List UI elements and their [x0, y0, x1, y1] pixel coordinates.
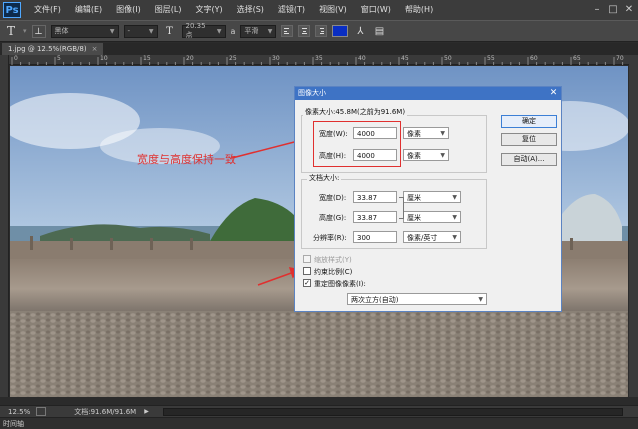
reset-button[interactable]: 复位 [501, 133, 557, 146]
resample-checkbox[interactable]: ✓ [303, 279, 311, 287]
chevron-down-icon: ▼ [440, 152, 445, 159]
resample-label: 重定图像像素(I): [314, 280, 366, 288]
pixel-size-label: 像素大小:45.8M(之前为91.6M) [303, 107, 408, 117]
doc-height-input[interactable]: 33.87 [353, 211, 397, 223]
timeline-label[interactable]: 时间轴 [3, 420, 24, 428]
doc-width-label: 宽度(D): [319, 194, 347, 202]
auto-button[interactable]: 自动(A)... [501, 153, 557, 166]
resolution-unit-select[interactable]: 像素/英寸 ▼ [403, 231, 461, 243]
doc-height-label: 高度(G): [319, 214, 347, 222]
scale-styles-label: 缩放样式(Y) [314, 256, 352, 264]
doc-height-unit-select[interactable]: 厘米 ▼ [403, 211, 461, 223]
status-menu-arrow-icon[interactable]: ▶ [144, 408, 149, 415]
constrain-proportions-checkbox[interactable] [303, 267, 311, 275]
doc-width-unit-select[interactable]: 厘米 ▼ [403, 191, 461, 203]
timeline-bar: 时间轴 [0, 417, 638, 429]
zoom-level[interactable]: 12.5% [8, 408, 30, 416]
link-bracket-icon [399, 197, 404, 219]
highlight-box [313, 121, 401, 167]
document-info[interactable]: 文档:91.6M/91.6M [74, 407, 136, 417]
scale-styles-checkbox[interactable] [303, 255, 311, 263]
chevron-down-icon: ▼ [440, 130, 445, 137]
dialog-title: 图像大小 [298, 89, 326, 97]
resample-method-select[interactable]: 两次立方(自动) ▼ [347, 293, 487, 305]
constrain-proportions-label: 约束比例(C) [314, 268, 353, 276]
status-bar: 12.5% 文档:91.6M/91.6M ▶ [0, 405, 638, 417]
resolution-label: 分辨率(R): [313, 234, 347, 242]
image-size-dialog: 图像大小 ✕ 像素大小:45.8M(之前为91.6M) 宽度(W): 4000 … [294, 86, 562, 312]
dialog-close-icon[interactable]: ✕ [548, 88, 559, 99]
ok-button[interactable]: 确定 [501, 115, 557, 128]
document-size-label: 文档大小: [307, 173, 342, 183]
pixel-width-unit-select[interactable]: 像素 ▼ [403, 127, 449, 139]
pixel-height-unit-select[interactable]: 像素 ▼ [403, 149, 449, 161]
chevron-down-icon: ▼ [452, 234, 457, 241]
chevron-down-icon: ▼ [452, 194, 457, 201]
doc-width-input[interactable]: 33.87 [353, 191, 397, 203]
chevron-down-icon: ▼ [478, 296, 483, 303]
dialog-titlebar[interactable]: 图像大小 ✕ [295, 87, 561, 100]
resolution-input[interactable]: 300 [353, 231, 397, 243]
horizontal-scrollbar[interactable] [162, 407, 623, 416]
zoom-preset-icon[interactable] [36, 407, 47, 416]
chevron-down-icon: ▼ [452, 214, 457, 221]
